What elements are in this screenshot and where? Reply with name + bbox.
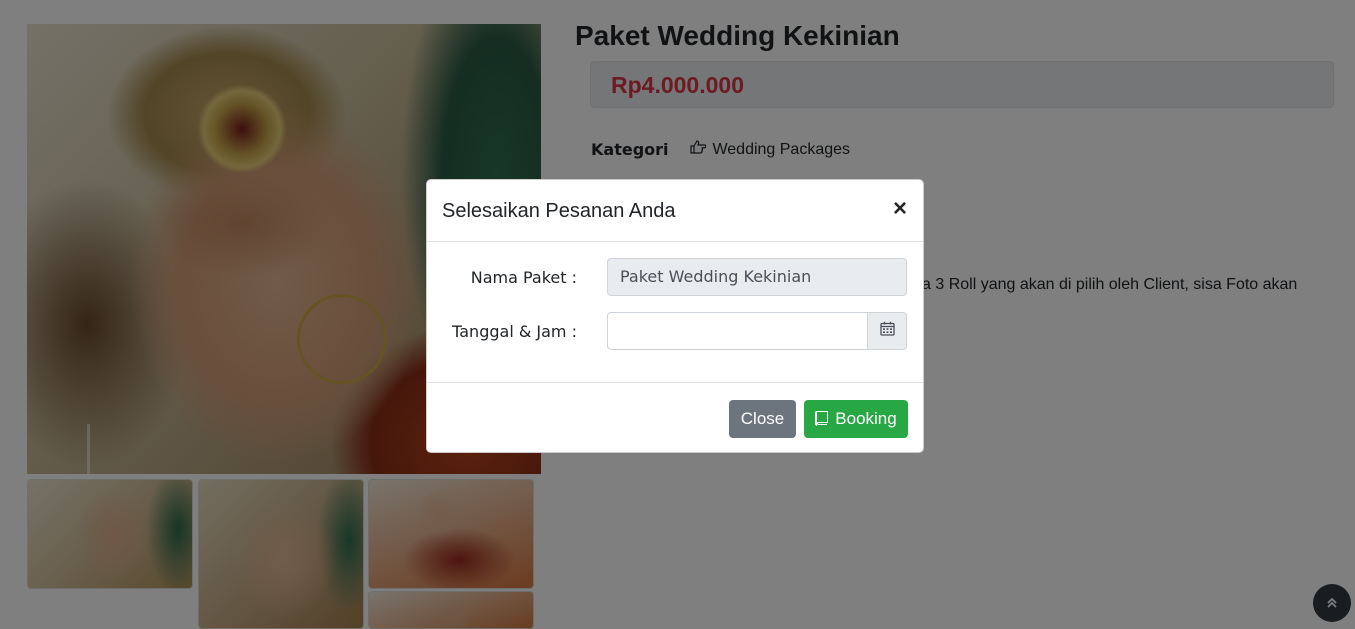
close-button[interactable]: Close [729, 400, 796, 438]
close-icon[interactable]: × [893, 197, 907, 221]
datetime-label: Tanggal & Jam : [452, 322, 577, 341]
modal-footer: Close Booking [427, 382, 923, 454]
modal-title: Selesaikan Pesanan Anda [442, 200, 676, 222]
datetime-input[interactable] [607, 312, 868, 350]
modal-header: Selesaikan Pesanan Anda × [427, 180, 923, 242]
package-name-label: Nama Paket : [470, 268, 577, 287]
calendar-button[interactable] [867, 312, 907, 350]
datetime-input-group [607, 312, 907, 350]
booking-button-label: Booking [835, 409, 897, 428]
book-icon [815, 402, 829, 440]
calendar-icon [879, 321, 895, 341]
package-name-field: Paket Wedding Kekinian [607, 258, 907, 296]
booking-button[interactable]: Booking [804, 400, 908, 438]
booking-modal: Selesaikan Pesanan Anda × Nama Paket : P… [426, 179, 924, 453]
